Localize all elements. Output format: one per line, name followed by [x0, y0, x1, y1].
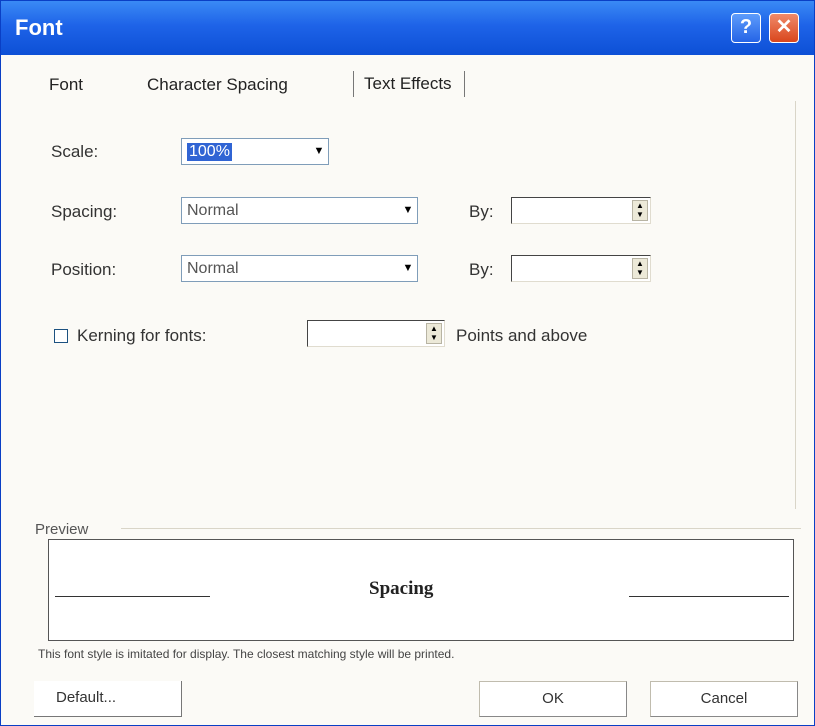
kerning-suffix: Points and above [456, 326, 588, 345]
scale-value: 100% [187, 143, 232, 161]
scale-label: Scale: [51, 142, 99, 161]
chevron-down-icon: ▼ [402, 262, 414, 274]
title-bar[interactable]: Font ? ✕ [1, 1, 814, 55]
spinner-arrows-icon[interactable]: ▲ ▼ [632, 200, 648, 221]
scale-select[interactable]: 100% ▼ [181, 138, 329, 165]
tab-text-effects[interactable]: Text Effects [353, 71, 465, 97]
dialog-title: Font [15, 15, 63, 40]
position-by-spinner[interactable]: ▲ ▼ [511, 255, 651, 282]
chevron-down-icon: ▼ [313, 145, 325, 157]
cancel-button[interactable]: Cancel [650, 681, 798, 717]
position-select[interactable]: Normal ▼ [181, 255, 418, 282]
preview-sample-text: Spacing [369, 578, 434, 599]
spacing-by-spinner[interactable]: ▲ ▼ [511, 197, 651, 224]
tab-strip: Font Character Spacing Text Effects [37, 61, 797, 101]
spacing-by-label: By: [469, 202, 494, 221]
tab-character-spacing[interactable]: Character Spacing [147, 75, 288, 95]
position-by-label: By: [469, 260, 494, 279]
spinner-arrows-icon[interactable]: ▲ ▼ [426, 323, 442, 344]
tab-panel [35, 101, 796, 509]
tab-font[interactable]: Font [49, 75, 83, 95]
preview-note: This font style is imitated for display.… [38, 647, 455, 661]
spacing-select[interactable]: Normal ▼ [181, 197, 418, 224]
position-label: Position: [51, 260, 117, 279]
default-button[interactable]: Default... [34, 681, 182, 717]
kerning-spinner[interactable]: ▲ ▼ [307, 320, 445, 347]
help-button[interactable]: ? [731, 13, 761, 43]
preview-label: Preview [35, 521, 93, 538]
font-dialog: Font ? ✕ Font Character Spacing Text Eff… [0, 0, 815, 726]
ok-button[interactable]: OK [479, 681, 627, 717]
position-value: Normal [187, 260, 239, 277]
kerning-label: Kerning for fonts: [77, 326, 207, 345]
preview-baseline-left [55, 596, 210, 597]
preview-divider [121, 528, 801, 529]
chevron-down-icon: ▼ [402, 204, 414, 216]
preview-box: Spacing [48, 539, 794, 641]
spacing-value: Normal [187, 202, 239, 219]
close-button[interactable]: ✕ [769, 13, 799, 43]
spacing-label: Spacing: [51, 202, 118, 221]
kerning-checkbox[interactable] [54, 329, 68, 343]
spinner-arrows-icon[interactable]: ▲ ▼ [632, 258, 648, 279]
preview-baseline-right [629, 596, 789, 597]
